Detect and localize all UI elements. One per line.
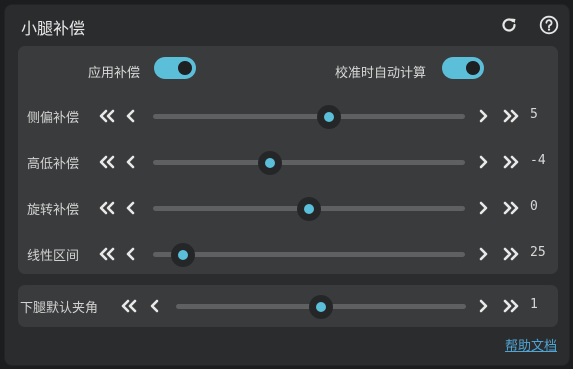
slider-label: 高低补偿	[27, 157, 80, 172]
compensation-card: 应用补偿 校准时自动计算 侧偏补偿 5 高低补偿 -4 旋转补偿 0 线性区间 …	[18, 46, 558, 274]
auto-calc-toggle[interactable]	[442, 57, 484, 79]
slider-label: 侧偏补偿	[27, 111, 80, 126]
slider-row-lateral: 侧偏补偿 5	[18, 101, 558, 131]
leg-compensation-panel: 小腿补偿 应用补偿 校准时自动计算 侧偏补偿 5 高低补偿 -4 旋转补偿 0 …	[4, 4, 570, 366]
double-chevron-right-icon[interactable]	[500, 106, 522, 126]
slider-label: 旋转补偿	[27, 203, 80, 218]
slider-track[interactable]	[153, 252, 465, 257]
slider-thumb[interactable]	[258, 151, 282, 175]
slider-value: 1	[530, 297, 538, 312]
slider-track[interactable]	[153, 160, 465, 165]
slider-row-height: 高低补偿 -4	[18, 147, 558, 177]
slider-row-lower-leg-angle: 下腿默认夹角 1	[18, 291, 558, 321]
slider-row-rotation: 旋转补偿 0	[18, 193, 558, 223]
double-chevron-left-icon[interactable]	[96, 106, 118, 126]
slider-value: 25	[530, 245, 546, 260]
slider-thumb[interactable]	[317, 105, 342, 129]
slider-label: 线性区间	[27, 249, 80, 264]
chevron-left-icon[interactable]	[124, 106, 138, 126]
double-chevron-left-icon[interactable]	[96, 152, 118, 172]
double-chevron-right-icon[interactable]	[500, 152, 522, 172]
chevron-right-icon[interactable]	[476, 152, 490, 172]
apply-compensation-toggle[interactable]	[154, 57, 196, 79]
double-chevron-right-icon[interactable]	[500, 296, 522, 316]
slider-track[interactable]	[153, 114, 465, 119]
slider-thumb[interactable]	[309, 295, 333, 319]
slider-thumb[interactable]	[297, 197, 321, 221]
help-docs-link[interactable]: 帮助文档	[505, 335, 557, 354]
help-circle-icon[interactable]	[539, 15, 559, 35]
double-chevron-right-icon[interactable]	[500, 244, 522, 264]
chevron-right-icon[interactable]	[476, 106, 490, 126]
slider-thumb[interactable]	[170, 243, 195, 267]
double-chevron-left-icon[interactable]	[96, 244, 118, 264]
lower-leg-angle-card: 下腿默认夹角 1	[18, 285, 558, 327]
double-chevron-left-icon[interactable]	[118, 296, 140, 316]
toggle-knob	[178, 61, 192, 75]
double-chevron-left-icon[interactable]	[96, 198, 118, 218]
chevron-right-icon[interactable]	[476, 244, 490, 264]
toggle-knob	[466, 61, 480, 75]
page-title: 小腿补偿	[21, 19, 86, 38]
chevron-left-icon[interactable]	[148, 296, 162, 316]
slider-label: 下腿默认夹角	[20, 301, 99, 316]
chevron-right-icon[interactable]	[476, 296, 490, 316]
double-chevron-right-icon[interactable]	[500, 198, 522, 218]
toggle-label-apply: 应用补偿	[88, 66, 141, 81]
slider-row-linear-range: 线性区间 25	[18, 239, 558, 269]
slider-value: 5	[530, 107, 538, 122]
chevron-left-icon[interactable]	[124, 244, 138, 264]
slider-value: -4	[530, 153, 546, 168]
chevron-left-icon[interactable]	[124, 198, 138, 218]
slider-value: 0	[530, 199, 538, 214]
chevron-right-icon[interactable]	[476, 198, 490, 218]
refresh-icon[interactable]	[499, 15, 519, 35]
chevron-left-icon[interactable]	[124, 152, 138, 172]
toggle-label-auto-calc: 校准时自动计算	[335, 66, 427, 81]
